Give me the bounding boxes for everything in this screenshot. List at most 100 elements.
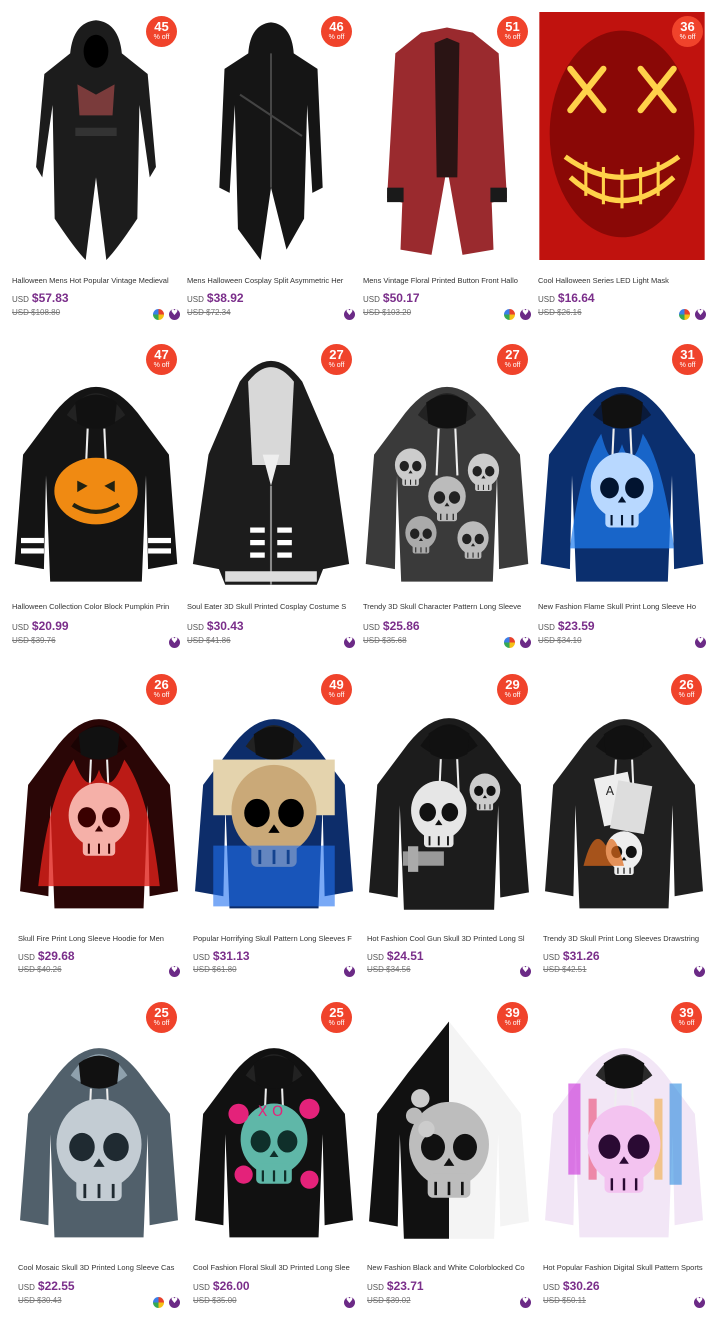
discount-badge: 47% off [146, 344, 177, 375]
discount-percent: 27 [505, 347, 520, 362]
favorite-heart-icon[interactable] [344, 1296, 355, 1309]
currency-label: USD [538, 295, 555, 304]
product-image[interactable] [12, 340, 180, 590]
discount-percent: 46 [329, 19, 344, 34]
discount-badge: 27% off [321, 344, 352, 375]
color-options-icon[interactable] [504, 637, 515, 649]
discount-badge: 45% off [146, 16, 177, 47]
product-card[interactable]: 25% off Cool Mosaic Skull 3D Printed Long… [18, 998, 180, 1309]
product-card[interactable]: 31% off New Fashion Flame Skull Print Lon… [538, 340, 706, 649]
product-card[interactable]: X O 25% off Cool Fashion Floral Skull 3D … [193, 998, 355, 1309]
favorite-heart-icon[interactable] [695, 308, 706, 321]
color-options-icon[interactable] [679, 309, 690, 321]
favorite-heart-icon[interactable] [520, 636, 531, 649]
product-image[interactable] [193, 670, 355, 920]
product-card[interactable]: A 26% off Trendy 3D Skull Print Long Slee… [543, 670, 705, 978]
product-title[interactable]: Popular Horrifying Skull Pattern Long Sl… [193, 934, 355, 943]
favorite-heart-icon[interactable] [169, 1296, 180, 1309]
product-title[interactable]: Trendy 3D Skull Character Pattern Long S… [363, 602, 531, 611]
product-image[interactable] [18, 998, 180, 1250]
color-options-icon[interactable] [153, 309, 164, 321]
product-card[interactable]: 26% off Skull Fire Print Long Sleeve Hood… [18, 670, 180, 978]
price-value: $31.26 [562, 949, 600, 963]
product-title[interactable]: Cool Mosaic Skull 3D Printed Long Sleeve… [18, 1263, 180, 1272]
product-image[interactable]: X O [193, 998, 355, 1250]
favorite-heart-icon[interactable] [695, 636, 706, 649]
color-options-icon[interactable] [153, 1297, 164, 1309]
favorite-heart-icon[interactable] [344, 308, 355, 321]
discount-percent: 47 [154, 347, 169, 362]
currency-label: USD [363, 295, 380, 304]
product-title[interactable]: Mens Vintage Floral Printed Button Front… [363, 276, 531, 285]
price-value: $38.92 [206, 291, 244, 305]
product-image[interactable] [538, 340, 706, 590]
original-price: USD $40.26 [18, 965, 62, 974]
favorite-heart-icon[interactable] [520, 308, 531, 321]
original-price: USD $103.20 [363, 308, 412, 317]
product-title[interactable]: New Fashion Flame Skull Print Long Sleev… [538, 602, 706, 611]
product-title[interactable]: Halloween Mens Hot Popular Vintage Medie… [12, 276, 180, 285]
product-image[interactable] [12, 12, 180, 260]
product-image[interactable] [187, 340, 355, 590]
currency-label: USD [363, 623, 380, 632]
discount-badge: 27% off [497, 344, 528, 375]
product-title[interactable]: Cool Fashion Floral Skull 3D Printed Lon… [193, 1263, 355, 1272]
svg-text:A: A [606, 784, 615, 798]
product-card[interactable]: 46% off Mens Halloween Cosplay Split Asym… [187, 12, 355, 321]
favorite-heart-icon[interactable] [344, 636, 355, 649]
product-card[interactable]: 39% off New Fashion Black and White Color… [367, 998, 531, 1309]
product-image[interactable] [18, 670, 180, 920]
currency-label: USD [367, 1283, 384, 1292]
product-image[interactable]: A [543, 670, 705, 920]
favorite-heart-icon[interactable] [520, 965, 531, 978]
original-price: USD $35.68 [363, 636, 407, 645]
currency-label: USD [538, 623, 555, 632]
color-options-icon[interactable] [504, 309, 515, 321]
favorite-heart-icon[interactable] [694, 1296, 705, 1309]
product-card[interactable]: 39% off Hot Popular Fashion Digital Skull… [543, 998, 705, 1309]
product-title[interactable]: Mens Halloween Cosplay Split Asymmetric … [187, 276, 355, 285]
product-actions [339, 634, 355, 649]
product-image[interactable] [363, 12, 531, 260]
price-value: $24.51 [386, 949, 424, 963]
product-card[interactable]: 29% off Hot Fashion Cool Gun Skull 3D Pri… [367, 670, 531, 978]
favorite-heart-icon[interactable] [344, 965, 355, 978]
product-card[interactable]: 45% off Halloween Mens Hot Popular Vintag… [12, 12, 180, 321]
favorite-heart-icon[interactable] [169, 636, 180, 649]
product-card[interactable]: 49% off Popular Horrifying Skull Pattern … [193, 670, 355, 978]
currency-label: USD [12, 295, 29, 304]
discount-percent: 31 [680, 347, 695, 362]
discount-off-label: % off [678, 1020, 695, 1027]
discount-percent: 39 [505, 1005, 520, 1020]
product-title[interactable]: Trendy 3D Skull Print Long Sleeves Draws… [543, 934, 705, 943]
product-image[interactable] [538, 12, 706, 260]
product-actions [674, 306, 706, 321]
favorite-heart-icon[interactable] [694, 965, 705, 978]
product-card[interactable]: 27% off Soul Eater 3D Skull Printed Cospl… [187, 340, 355, 649]
product-image[interactable] [367, 670, 531, 920]
discount-percent: 25 [329, 1005, 344, 1020]
favorite-heart-icon[interactable] [169, 308, 180, 321]
product-title[interactable]: Soul Eater 3D Skull Printed Cosplay Cost… [187, 602, 355, 611]
discount-badge: 49% off [321, 674, 352, 705]
product-card[interactable]: 36% off Cool Halloween Series LED Light M… [538, 12, 706, 321]
discount-badge: 31% off [672, 344, 703, 375]
product-image[interactable] [187, 12, 355, 260]
discount-badge: 39% off [671, 1002, 702, 1033]
product-title[interactable]: Halloween Collection Color Block Pumpkin… [12, 602, 180, 611]
product-price: USD $31.26 [543, 949, 600, 963]
product-title[interactable]: Hot Popular Fashion Digital Skull Patter… [543, 1263, 705, 1272]
product-card[interactable]: 27% off Trendy 3D Skull Character Pattern… [363, 340, 531, 649]
favorite-heart-icon[interactable] [520, 1296, 531, 1309]
product-title[interactable]: Hot Fashion Cool Gun Skull 3D Printed Lo… [367, 934, 531, 943]
product-image[interactable] [363, 340, 531, 590]
product-title[interactable]: Skull Fire Print Long Sleeve Hoodie for … [18, 934, 180, 943]
favorite-heart-icon[interactable] [169, 965, 180, 978]
product-price: USD $30.43 [187, 619, 244, 633]
product-image[interactable] [543, 998, 705, 1250]
product-image[interactable] [367, 998, 531, 1250]
product-card[interactable]: 47% off Halloween Collection Color Block … [12, 340, 180, 649]
product-title[interactable]: New Fashion Black and White Colorblocked… [367, 1263, 531, 1272]
product-title[interactable]: Cool Halloween Series LED Light Mask [538, 276, 706, 285]
product-card[interactable]: 51% off Mens Vintage Floral Printed Butto… [363, 12, 531, 321]
